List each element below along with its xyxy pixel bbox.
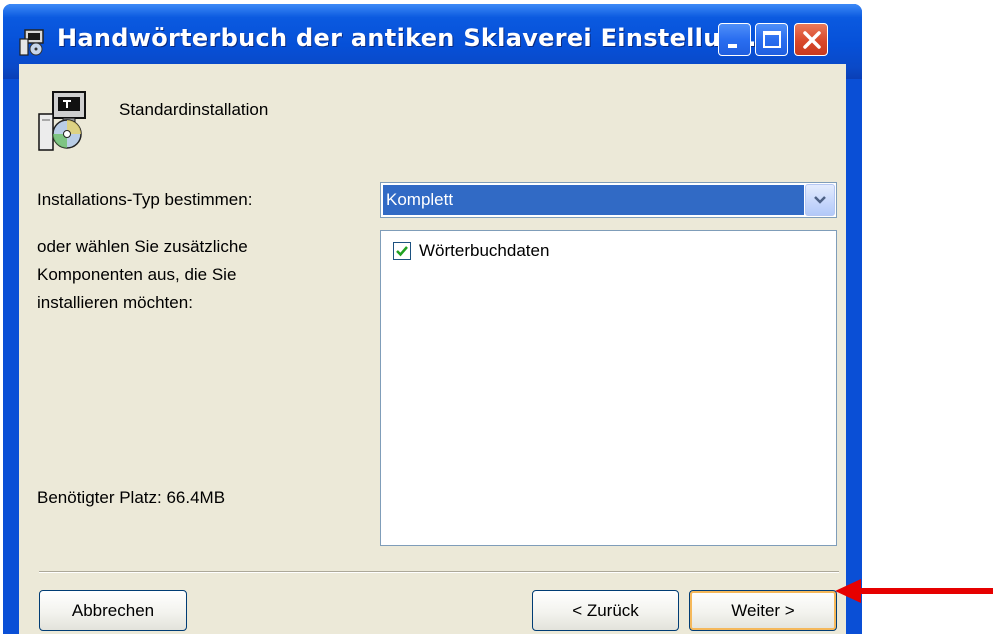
- component-label: Wörterbuchdaten: [419, 241, 550, 260]
- minimize-button[interactable]: [718, 23, 751, 56]
- maximize-icon: [763, 31, 781, 48]
- minimize-icon: [728, 44, 737, 48]
- separator: [39, 571, 839, 573]
- list-item[interactable]: Wörterbuchdaten: [393, 239, 549, 263]
- installation-type-value: Komplett: [383, 185, 804, 215]
- components-list[interactable]: Wörterbuchdaten: [380, 230, 837, 546]
- components-label-line-3: installieren möchten:: [37, 293, 193, 312]
- checkmark-icon: [396, 246, 408, 257]
- installer-icon: [38, 91, 86, 151]
- banner-heading: Standardinstallation: [119, 100, 269, 119]
- red-arrow-icon: [835, 579, 993, 603]
- chevron-down-icon: [814, 196, 826, 204]
- components-label-line-1: oder wählen Sie zusätzliche: [37, 237, 248, 256]
- components-label-line-2: Komponenten aus, die Sie: [37, 265, 237, 284]
- close-button[interactable]: [794, 23, 828, 56]
- installation-type-label: Installations-Typ bestimmen:: [37, 190, 253, 209]
- close-icon: [803, 31, 821, 49]
- dropdown-button[interactable]: [805, 184, 835, 216]
- installer-small-icon: [19, 29, 44, 56]
- cancel-button[interactable]: Abbrechen: [39, 590, 187, 631]
- dialog-client-area: Standardinstallation Installations-Typ b…: [19, 64, 846, 634]
- installation-type-select[interactable]: Komplett: [380, 182, 837, 218]
- next-button[interactable]: Weiter >: [689, 590, 837, 631]
- maximize-button[interactable]: [755, 23, 788, 56]
- space-required-label: Benötigter Platz: 66.4MB: [37, 488, 226, 507]
- back-button[interactable]: < Zurück: [532, 590, 679, 631]
- component-checkbox[interactable]: [393, 242, 411, 260]
- installer-window: Handwörterbuch der antiken Sklaverei Ein…: [3, 4, 862, 634]
- window-title: Handwörterbuch der antiken Sklaverei Ein…: [57, 24, 767, 52]
